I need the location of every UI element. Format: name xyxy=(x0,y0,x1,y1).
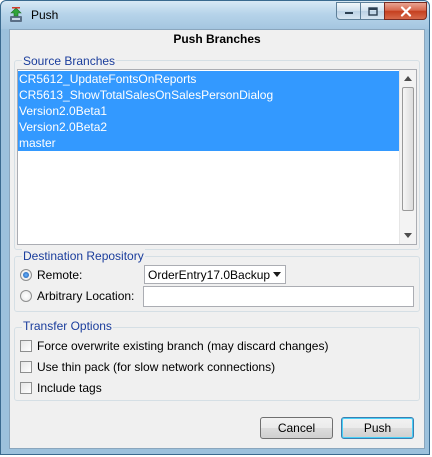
list-item[interactable]: master xyxy=(18,135,400,151)
thin-pack-label[interactable]: Use thin pack (for slow network connecti… xyxy=(37,360,275,374)
arbitrary-location-radio[interactable] xyxy=(20,290,32,302)
arbitrary-location-label: Arbitrary Location: xyxy=(37,289,135,303)
vertical-scrollbar[interactable] xyxy=(399,70,416,244)
scroll-down-button[interactable] xyxy=(400,227,416,243)
list-item[interactable]: Version2.0Beta1 xyxy=(18,103,400,119)
maximize-icon xyxy=(367,6,378,16)
close-button[interactable] xyxy=(384,2,427,20)
thin-pack-checkbox[interactable] xyxy=(20,361,32,373)
minimize-icon xyxy=(344,12,353,14)
window-title: Push xyxy=(31,8,59,22)
scroll-thumb[interactable] xyxy=(402,87,414,211)
branch-list: CR5612_UpdateFontsOnReports CR5613_ShowT… xyxy=(18,71,400,151)
destination-label: Destination Repository xyxy=(22,249,145,263)
list-item[interactable]: CR5612_UpdateFontsOnReports xyxy=(18,71,400,87)
close-icon xyxy=(400,5,411,17)
chevron-down-icon xyxy=(273,272,281,277)
dialog-client-area: Push Branches Source Branches CR5612_Upd… xyxy=(9,29,425,449)
git-push-app-icon xyxy=(10,7,22,22)
chevron-down-icon xyxy=(404,232,412,238)
remote-select[interactable]: OrderEntry17.0Backup xyxy=(144,265,286,284)
remote-radio[interactable] xyxy=(20,269,32,281)
cancel-button[interactable]: Cancel xyxy=(260,417,333,439)
maximize-button[interactable] xyxy=(360,2,385,20)
include-tags-checkbox[interactable] xyxy=(20,382,32,394)
list-item[interactable]: CR5613_ShowTotalSalesOnSalesPersonDialog xyxy=(18,87,400,103)
arbitrary-location-input[interactable] xyxy=(143,286,414,307)
dialog-heading: Push Branches xyxy=(173,32,261,46)
branches-listbox[interactable]: CR5612_UpdateFontsOnReports CR5613_ShowT… xyxy=(17,69,417,245)
push-window: Push Push Branches Source Branches CR561… xyxy=(0,0,430,455)
scroll-up-button[interactable] xyxy=(400,70,416,86)
source-branches-label: Source Branches xyxy=(22,54,117,68)
force-overwrite-label[interactable]: Force overwrite existing branch (may dis… xyxy=(37,339,328,353)
force-overwrite-checkbox[interactable] xyxy=(20,340,32,352)
include-tags-label[interactable]: Include tags xyxy=(37,381,102,395)
remote-select-value: OrderEntry17.0Backup xyxy=(148,268,271,282)
transfer-options-label: Transfer Options xyxy=(22,319,113,333)
minimize-button[interactable] xyxy=(336,2,361,20)
chevron-up-icon xyxy=(404,75,412,81)
remote-label: Remote: xyxy=(37,268,83,282)
list-item[interactable]: Version2.0Beta2 xyxy=(18,119,400,135)
push-button[interactable]: Push xyxy=(341,417,414,439)
title-bar[interactable]: Push xyxy=(1,1,429,29)
